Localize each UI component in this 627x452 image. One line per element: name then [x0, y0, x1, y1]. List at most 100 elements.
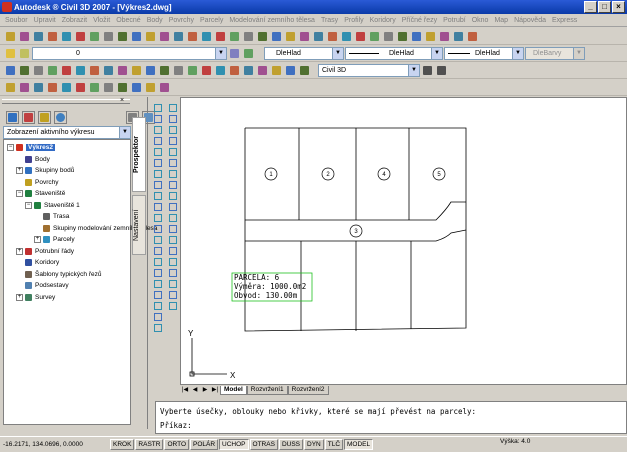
draw-tool-icon[interactable]	[152, 289, 162, 299]
workspace-tool-icon[interactable]	[421, 64, 434, 77]
status-toggle[interactable]: POLÁR	[190, 439, 219, 450]
standard-tool-icon[interactable]	[326, 30, 339, 43]
civil-tool-icon[interactable]	[270, 64, 283, 77]
menu-item[interactable]: Map	[491, 17, 511, 24]
draw-tool-icon[interactable]	[152, 190, 162, 200]
prospector-view-select[interactable]: Zobrazení aktivního výkresu ▼	[3, 126, 131, 139]
chevron-down-icon[interactable]: ▼	[332, 47, 343, 59]
modify-tool-icon[interactable]	[167, 300, 177, 310]
chevron-down-icon[interactable]: ▼	[408, 64, 419, 76]
standard-tool-icon[interactable]	[32, 30, 45, 43]
draw-tool-icon[interactable]	[152, 300, 162, 310]
draw-order-tool-icon[interactable]	[144, 81, 157, 94]
modify-tool-icon[interactable]	[167, 102, 177, 112]
close-icon[interactable]: ×	[120, 97, 124, 104]
standard-tool-icon[interactable]	[228, 30, 241, 43]
civil-tool-icon[interactable]	[298, 64, 311, 77]
panel-grip[interactable]	[2, 99, 130, 104]
draw-tool-icon[interactable]	[152, 311, 162, 321]
standard-tool-icon[interactable]	[4, 30, 17, 43]
minimize-button[interactable]: _	[584, 1, 597, 13]
civil-tool-icon[interactable]	[60, 64, 73, 77]
standard-tool-icon[interactable]	[116, 30, 129, 43]
civil-tool-icon[interactable]	[242, 64, 255, 77]
tree-node[interactable]: − Staveniště 1	[4, 200, 130, 212]
draw-tool-icon[interactable]	[152, 102, 162, 112]
linetype-select[interactable]: DleHlad ▼	[345, 46, 443, 60]
standard-tool-icon[interactable]	[354, 30, 367, 43]
tree-node[interactable]: Skupiny modelování zemního tělesa	[4, 223, 157, 235]
menu-item[interactable]: Příčné řezy	[399, 17, 440, 24]
layer-manager-icon[interactable]	[4, 47, 17, 60]
standard-tool-icon[interactable]	[396, 30, 409, 43]
prev-tab-icon[interactable]: ◀	[190, 386, 200, 395]
tree-expander[interactable]: +	[16, 293, 23, 301]
menu-item[interactable]: Vložit	[90, 17, 113, 24]
modify-tool-icon[interactable]	[167, 168, 177, 178]
toolspace-tab-icon-3[interactable]	[38, 111, 51, 124]
tree-node[interactable]: + Skupiny bodů	[4, 165, 130, 177]
draw-tool-icon[interactable]	[152, 179, 162, 189]
standard-tool-icon[interactable]	[158, 30, 171, 43]
standard-tool-icon[interactable]	[340, 30, 353, 43]
workspace-tool-icon[interactable]	[435, 64, 448, 77]
standard-tool-icon[interactable]	[284, 30, 297, 43]
standard-tool-icon[interactable]	[368, 30, 381, 43]
layer-select[interactable]: 0 ▼	[32, 46, 227, 60]
draw-order-tool-icon[interactable]	[158, 81, 171, 94]
tree-node[interactable]: Šablony typických řezů	[4, 269, 130, 281]
civil-tool-icon[interactable]	[46, 64, 59, 77]
annotation-scale[interactable]: Výška: 4.0	[500, 438, 530, 445]
status-toggle[interactable]: DYN	[304, 439, 324, 450]
menu-item[interactable]: Express	[549, 17, 580, 24]
standard-tool-icon[interactable]	[88, 30, 101, 43]
modify-tool-icon[interactable]	[167, 190, 177, 200]
standard-tool-icon[interactable]	[172, 30, 185, 43]
tab-layout2[interactable]: Rozvržení2	[287, 385, 329, 395]
standard-tool-icon[interactable]	[130, 30, 143, 43]
status-toggle[interactable]: DUSS	[278, 439, 303, 450]
make-current-icon[interactable]	[228, 47, 241, 60]
status-toggle[interactable]: TLČ	[324, 439, 344, 450]
modify-tool-icon[interactable]	[167, 124, 177, 134]
standard-tool-icon[interactable]	[438, 30, 451, 43]
draw-order-tool-icon[interactable]	[88, 81, 101, 94]
tree-node[interactable]: − Výkres2	[4, 142, 130, 154]
menu-item[interactable]: Obecné	[113, 17, 144, 24]
modify-tool-icon[interactable]	[167, 201, 177, 211]
draw-tool-icon[interactable]	[152, 256, 162, 266]
modify-tool-icon[interactable]	[167, 135, 177, 145]
tab-settings[interactable]: Nastavení	[132, 195, 146, 255]
tree-node[interactable]: Povrchy	[4, 177, 130, 189]
modify-tool-icon[interactable]	[167, 245, 177, 255]
draw-tool-icon[interactable]	[152, 135, 162, 145]
menu-item[interactable]: Profily	[341, 17, 366, 24]
civil-tool-icon[interactable]	[172, 64, 185, 77]
menu-item[interactable]: Koridory	[367, 17, 399, 24]
status-toggle[interactable]: KROK	[110, 439, 135, 450]
draw-tool-icon[interactable]	[152, 245, 162, 255]
draw-order-tool-icon[interactable]	[4, 81, 17, 94]
next-tab-icon[interactable]: ▶	[200, 386, 210, 395]
first-tab-icon[interactable]: |◀	[180, 386, 190, 395]
modify-tool-icon[interactable]	[167, 223, 177, 233]
civil-tool-icon[interactable]	[32, 64, 45, 77]
draw-order-tool-icon[interactable]	[102, 81, 115, 94]
chevron-down-icon[interactable]: ▼	[573, 47, 584, 59]
draw-order-tool-icon[interactable]	[130, 81, 143, 94]
standard-tool-icon[interactable]	[256, 30, 269, 43]
standard-tool-icon[interactable]	[60, 30, 73, 43]
modify-tool-icon[interactable]	[167, 256, 177, 266]
tree-node[interactable]: Podsestavy	[4, 280, 130, 292]
standard-tool-icon[interactable]	[186, 30, 199, 43]
search-icon[interactable]	[54, 111, 67, 124]
standard-tool-icon[interactable]	[46, 30, 59, 43]
civil-tool-icon[interactable]	[116, 64, 129, 77]
layer-state-icon[interactable]	[18, 47, 31, 60]
menu-item[interactable]: Zobrazit	[59, 17, 90, 24]
tree-node[interactable]: Koridory	[4, 257, 130, 269]
draw-order-tool-icon[interactable]	[46, 81, 59, 94]
standard-tool-icon[interactable]	[214, 30, 227, 43]
civil-tool-icon[interactable]	[214, 64, 227, 77]
status-toggle[interactable]: RASTR	[135, 439, 164, 450]
